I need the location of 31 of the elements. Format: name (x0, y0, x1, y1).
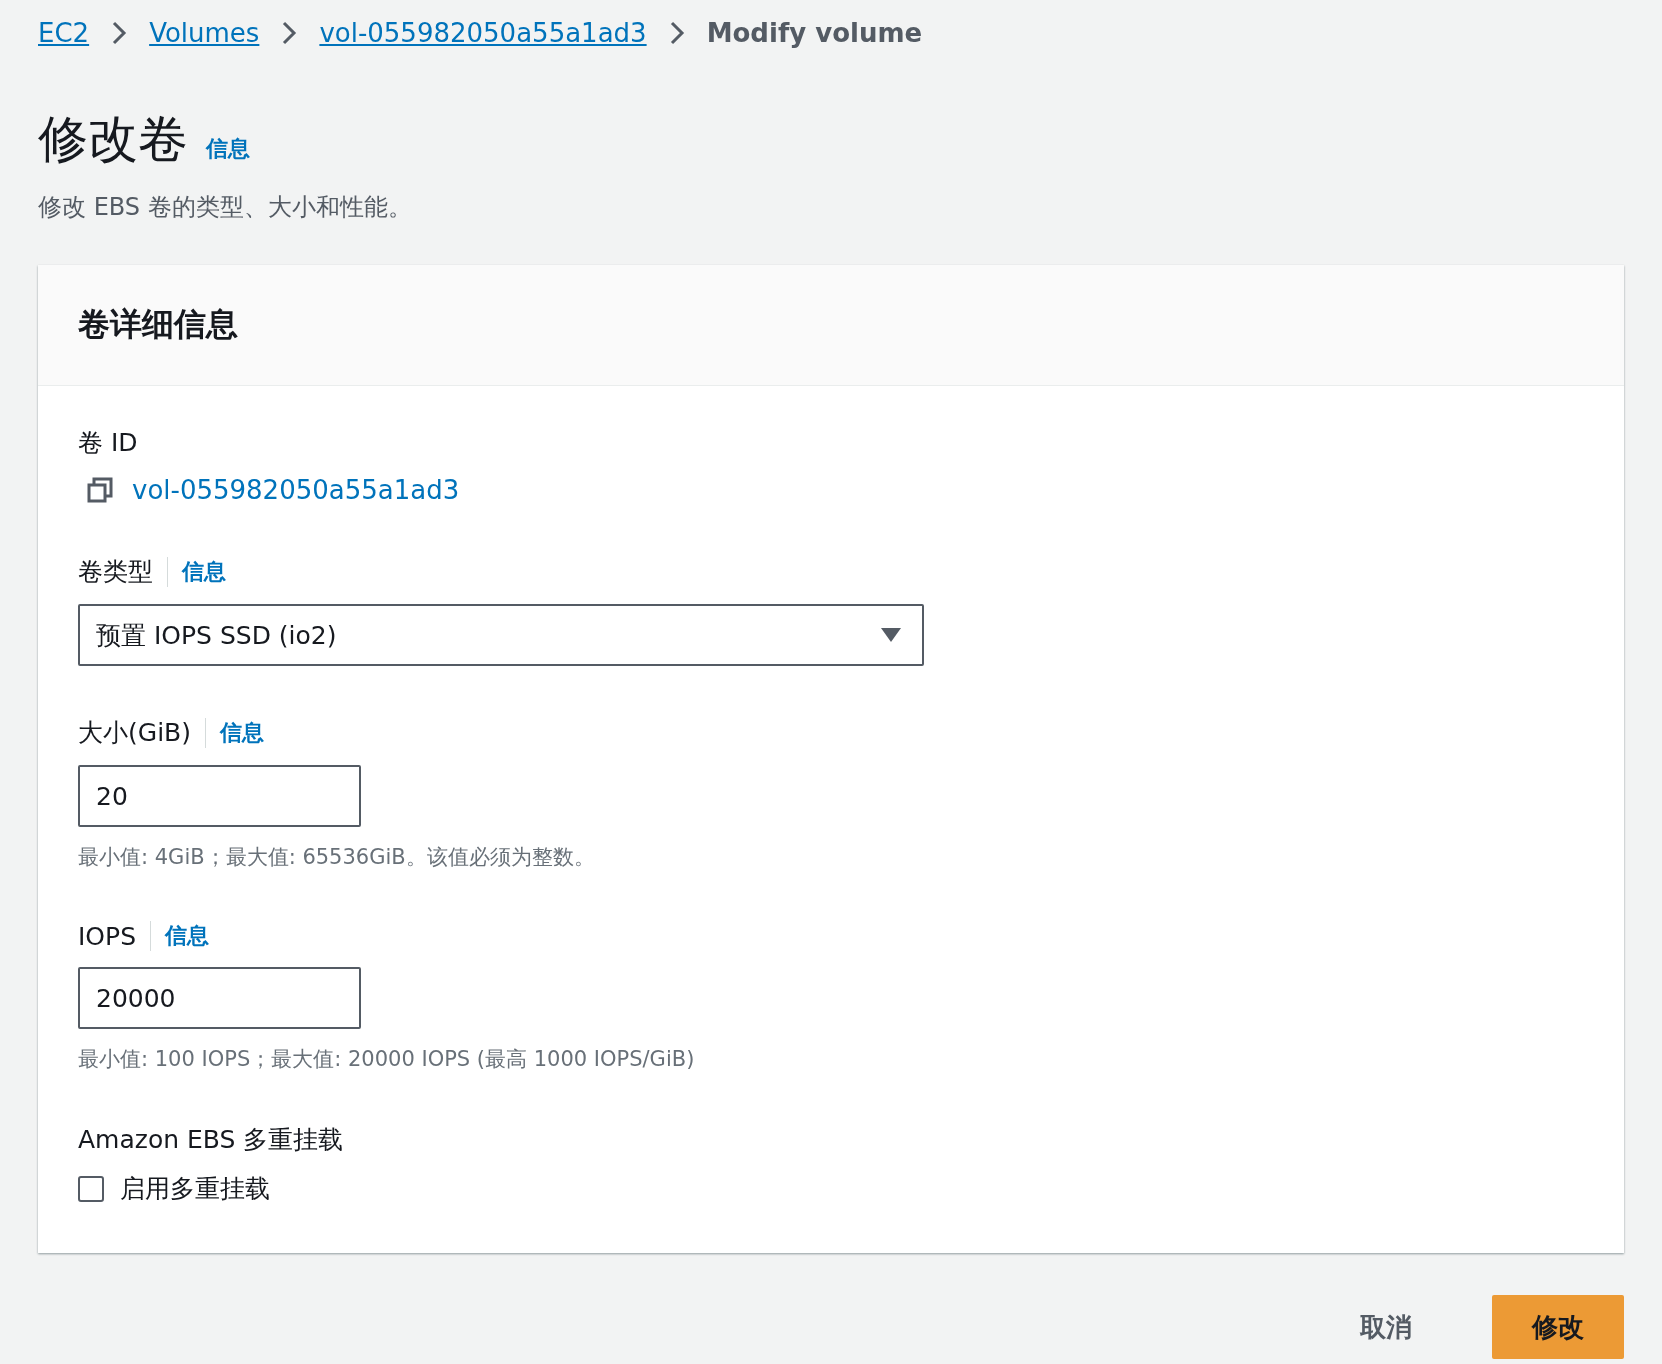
chevron-icon (281, 21, 298, 45)
select-field[interactable]: 预置 IOPS SSD (io2) (78, 604, 924, 666)
field-label: Amazon EBS 多重挂载 (78, 1124, 344, 1156)
info-link[interactable]: 信息 (182, 556, 226, 587)
field-label: IOPS (78, 921, 136, 951)
checkbox-label: 启用多重挂载 (120, 1173, 270, 1205)
field-label: 大小(GiB) (78, 717, 191, 749)
chevron-icon (668, 21, 685, 45)
caret-icon (880, 627, 902, 643)
breadcrumb-link[interactable]: EC2 (38, 18, 90, 48)
chevron-icon (111, 21, 128, 45)
cancel-button[interactable]: 取消 (1320, 1295, 1452, 1359)
submit-button[interactable]: 修改 (1492, 1295, 1624, 1359)
input-field[interactable]: 20 (78, 765, 361, 827)
info-link[interactable]: 信息 (206, 134, 250, 164)
copy-icon[interactable] (86, 476, 114, 504)
constraint-hint: 最小值: 100 IOPS；最大值: 20000 IOPS (最高 1000 IOPS/GiB) (78, 1046, 696, 1073)
info-link[interactable]: 信息 (220, 717, 264, 748)
checkbox[interactable] (78, 1175, 104, 1202)
field-label: 卷类型 (78, 556, 153, 588)
breadcrumb-current: Modify volume (706, 18, 923, 48)
field-label: 卷 ID (78, 427, 138, 459)
breadcrumb-link[interactable]: Volumes (149, 18, 260, 48)
volume-id-link[interactable]: vol-055982050a55a1ad3 (132, 475, 460, 505)
page-description: 修改 EBS 卷的类型、大小和性能。 (38, 192, 413, 223)
info-link[interactable]: 信息 (165, 921, 209, 951)
input-field[interactable]: 20000 (78, 967, 361, 1029)
page-title: 修改卷 (38, 109, 188, 170)
panel-title: 卷详细信息 (78, 304, 239, 345)
constraint-hint: 最小值: 4GiB；最大值: 65536GiB。该值必须为整数。 (78, 844, 596, 871)
breadcrumb-link[interactable]: vol-055982050a55a1ad3 (319, 18, 647, 48)
